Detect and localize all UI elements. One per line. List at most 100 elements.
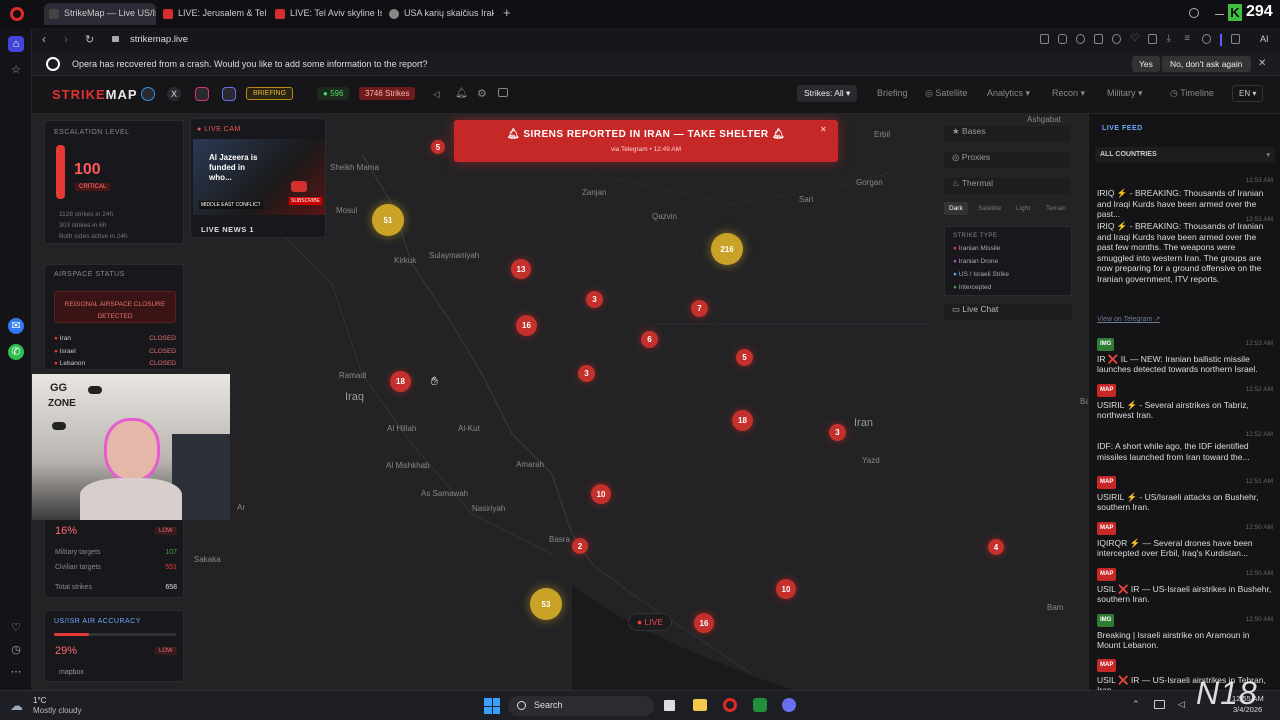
- briefing-badge[interactable]: BRIEFING: [246, 87, 294, 100]
- strike-map[interactable]: Erbil Sheikh Mama Mosul Kirkuk Sulaymani…: [32, 114, 1088, 690]
- strikes-filter-dropdown[interactable]: Strikes: All ▾: [797, 85, 858, 102]
- strike-cluster[interactable]: 18: [732, 410, 753, 431]
- vpn-icon[interactable]: [1076, 34, 1086, 44]
- tab-live-jerusalem[interactable]: LIVE: Jerusalem & Tel Aviv: [158, 3, 268, 25]
- taskbar-search[interactable]: Search: [508, 696, 654, 716]
- siren-alert-banner[interactable]: 🔔︎ SIRENS REPORTED IN IRAN — TAKE SHELTE…: [454, 120, 838, 162]
- live-marker[interactable]: ● LIVE: [628, 613, 672, 631]
- nav-military[interactable]: Military ▾: [1107, 88, 1143, 99]
- menu-icon[interactable]: ≡: [1184, 34, 1193, 44]
- home-icon[interactable]: ⌂: [8, 36, 24, 52]
- cube-icon[interactable]: [1230, 34, 1241, 44]
- volume-icon[interactable]: ◁: [1178, 699, 1185, 710]
- chat-icon[interactable]: [498, 88, 508, 97]
- feed-item[interactable]: 12:53 AM IRIQ ⚡ - BREAKING: Thousands of…: [1097, 174, 1273, 219]
- feed-item[interactable]: IMG 12:53 AM IR ❌ IL — NEW: Iranian ball…: [1097, 337, 1273, 374]
- opera-logo-icon[interactable]: [10, 7, 24, 21]
- view-on-telegram-link[interactable]: View on Telegram ↗: [1097, 315, 1160, 323]
- heart-icon[interactable]: ♡: [8, 620, 24, 636]
- aria-ai-button[interactable]: AI: [1260, 34, 1269, 44]
- strike-cluster[interactable]: 13: [511, 259, 531, 279]
- language-select[interactable]: EN ▾: [1232, 85, 1264, 102]
- url-field[interactable]: strikemap.live: [130, 34, 188, 45]
- more-icon[interactable]: ⋯: [8, 664, 24, 680]
- strike-cluster[interactable]: 3: [578, 365, 595, 382]
- strike-cluster[interactable]: 51: [372, 204, 404, 236]
- file-explorer-icon[interactable]: [693, 699, 707, 711]
- style-dark[interactable]: Dark: [944, 202, 968, 215]
- strike-cluster[interactable]: 10: [591, 484, 611, 504]
- discord-icon[interactable]: [222, 87, 236, 101]
- forward-icon[interactable]: ›: [64, 32, 68, 46]
- infobar-close-icon[interactable]: ✕: [1258, 58, 1266, 69]
- nav-recon[interactable]: Recon ▾: [1052, 88, 1085, 99]
- site-logo[interactable]: STRIKEMAP: [52, 87, 138, 102]
- strike-cluster[interactable]: 16: [516, 315, 537, 336]
- strike-cluster[interactable]: 3: [829, 424, 846, 441]
- discord-taskbar-icon[interactable]: [782, 698, 796, 712]
- mapbox-attribution[interactable]: mapbox: [59, 669, 84, 676]
- back-icon[interactable]: ‹: [42, 32, 46, 46]
- heart-icon[interactable]: ♡: [1130, 34, 1139, 44]
- nav-timeline[interactable]: ◷ Timeline: [1170, 88, 1214, 99]
- live-chat-button[interactable]: ▭ Live Chat: [944, 304, 1072, 320]
- feed-item[interactable]: 12:53 AM IRIQ ⚡ - BREAKING: Thousands of…: [1097, 216, 1273, 311]
- layer-item-thermal[interactable]: ♨ Thermal: [944, 178, 1070, 194]
- messenger-icon[interactable]: ✉: [8, 318, 24, 334]
- windows-start-icon[interactable]: [484, 698, 500, 714]
- strike-cluster[interactable]: 16: [694, 613, 714, 633]
- account-icon[interactable]: [1202, 34, 1212, 44]
- style-light[interactable]: Light: [1016, 205, 1030, 212]
- layer-item-bases[interactable]: ★ Bases: [944, 126, 1070, 142]
- infobar-no-button[interactable]: No, don't ask again: [1162, 56, 1251, 72]
- style-satellite[interactable]: Satellite: [978, 205, 1001, 212]
- feed-item[interactable]: MAP 12:52 AM USIRIL ⚡ - Several airstrik…: [1097, 383, 1273, 420]
- download-icon[interactable]: ⤓: [1166, 34, 1175, 44]
- alert-close-icon[interactable]: ✕: [820, 125, 827, 134]
- player-icon[interactable]: [1112, 34, 1122, 44]
- nav-satellite[interactable]: ◎ Satellite: [925, 88, 967, 99]
- tab-strikemap[interactable]: StrikeMap — Live US/Israel: [44, 3, 156, 25]
- feed-item[interactable]: 12:52 AM IDF: A short while ago, the IDF…: [1097, 431, 1273, 466]
- style-terrain[interactable]: Terrain: [1046, 205, 1066, 212]
- extensions-icon[interactable]: [1094, 34, 1104, 44]
- strike-cluster[interactable]: 6: [641, 331, 658, 348]
- history-icon[interactable]: ◷: [8, 642, 24, 658]
- layer-item-proxies[interactable]: ◎ Proxies: [944, 152, 1070, 168]
- share-icon[interactable]: [1040, 34, 1050, 44]
- whatsapp-icon[interactable]: ✆: [8, 344, 24, 360]
- snapshot-icon[interactable]: [1148, 34, 1158, 44]
- app-taskbar-icon[interactable]: [753, 698, 767, 712]
- settings-gear-icon[interactable]: ⚙: [477, 87, 487, 100]
- opera-taskbar-icon[interactable]: [723, 698, 737, 712]
- mute-icon[interactable]: ◁: [433, 89, 440, 100]
- reload-icon[interactable]: ↻: [85, 33, 94, 46]
- feed-item[interactable]: MAP 12:50 AM USIL ❌ IR — US-Israeli airs…: [1097, 567, 1273, 604]
- task-view-icon[interactable]: [664, 700, 675, 711]
- strike-cluster[interactable]: 216: [711, 233, 743, 265]
- feed-item[interactable]: MAP 12:51 AM USIRIL ⚡ - US/Israeli attac…: [1097, 475, 1273, 512]
- bell-icon[interactable]: 🔔︎: [455, 88, 468, 99]
- new-tab-button[interactable]: +: [503, 5, 511, 20]
- infobar-yes-button[interactable]: Yes: [1132, 56, 1160, 72]
- weather-widget[interactable]: ☁ 1°C Mostly cloudy: [10, 695, 110, 717]
- x-icon[interactable]: X: [167, 87, 181, 101]
- strike-cluster[interactable]: 53: [530, 588, 562, 620]
- tray-chevron-icon[interactable]: ⌃: [1132, 699, 1140, 710]
- play-icon[interactable]: [291, 181, 307, 192]
- star-icon[interactable]: ☆: [8, 62, 24, 78]
- strike-cluster[interactable]: 7: [691, 300, 708, 317]
- network-icon[interactable]: [1154, 700, 1165, 709]
- strike-cluster[interactable]: 3: [586, 291, 603, 308]
- strike-cluster[interactable]: 5: [431, 140, 445, 154]
- strike-cluster[interactable]: 10: [776, 579, 796, 599]
- camera-icon[interactable]: [1058, 34, 1068, 44]
- strike-cluster[interactable]: 18: [390, 371, 411, 392]
- feed-item[interactable]: MAP 12:50 AM IQIRQR ⚡ — Several drones h…: [1097, 521, 1273, 558]
- telegram-icon[interactable]: [141, 87, 155, 101]
- minimize-icon[interactable]: [1215, 14, 1224, 15]
- strike-cluster[interactable]: 5: [736, 349, 753, 366]
- search-tabs-icon[interactable]: [1189, 8, 1199, 18]
- live-cam-video[interactable]: Al Jazeera is funded in who... MIDDLE EA…: [193, 139, 325, 215]
- feed-item[interactable]: IMG 12:50 AM Breaking | Israeli airstrik…: [1097, 613, 1273, 650]
